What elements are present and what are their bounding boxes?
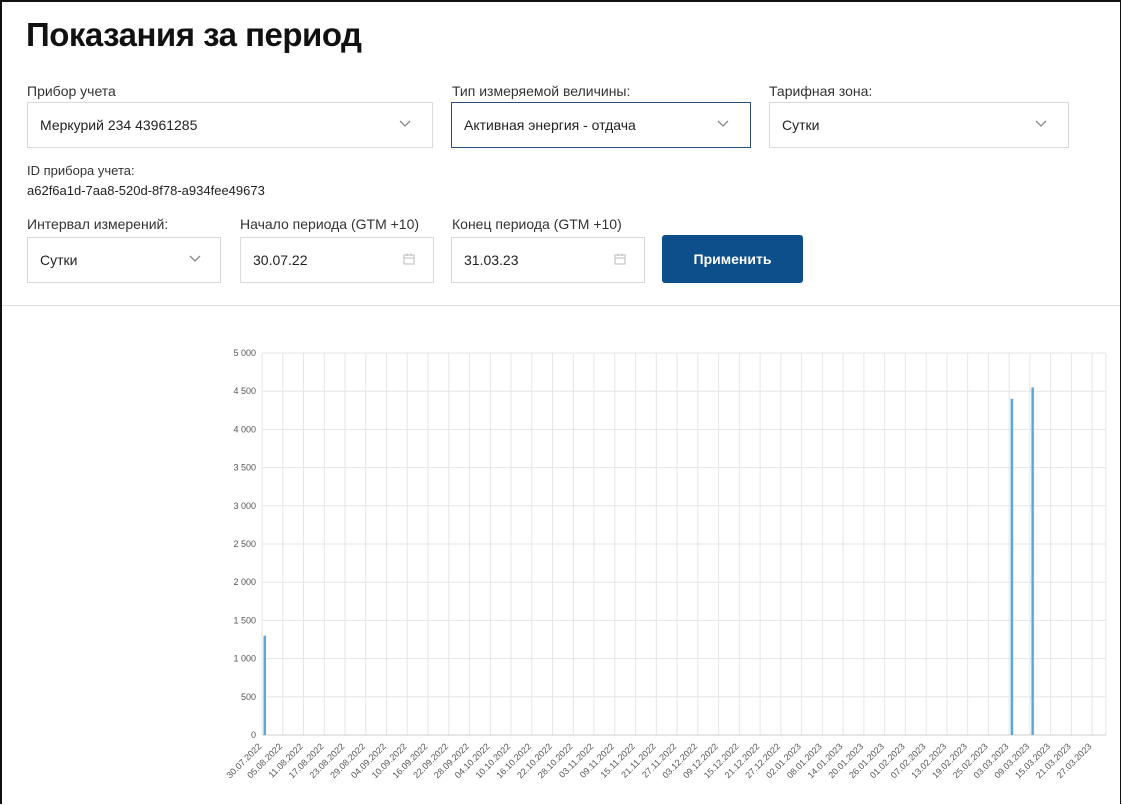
y-tick-label: 2 500 — [233, 539, 256, 549]
y-tick-label: 3 000 — [233, 501, 256, 511]
calendar-icon — [614, 253, 626, 265]
apply-button[interactable]: Применить — [662, 235, 803, 283]
y-tick-label: 0 — [251, 730, 256, 740]
y-tick-label: 1 500 — [233, 615, 256, 625]
meter-label: Прибор учета — [27, 83, 116, 99]
y-tick-label: 5 000 — [233, 348, 256, 358]
chevron-down-icon — [189, 255, 201, 262]
chevron-down-icon — [399, 120, 411, 127]
interval-select-value: Сутки — [40, 252, 78, 268]
page-title: Показания за период — [26, 16, 362, 53]
meter-select-value: Меркурий 234 43961285 — [40, 117, 198, 133]
interval-label: Интервал измерений: — [27, 216, 169, 232]
chart-bar — [263, 635, 266, 735]
calendar-icon — [403, 253, 415, 265]
y-tick-label: 2 000 — [233, 577, 256, 587]
tariff-zone-select[interactable]: Сутки — [769, 102, 1069, 148]
chevron-down-icon — [717, 120, 729, 127]
chart-bar — [1031, 387, 1034, 735]
start-date-value: 30.07.22 — [253, 252, 308, 268]
tariff-zone-label: Тарифная зона: — [769, 83, 873, 99]
readings-chart: 0 500 1 000 1 500 2 000 2 500 3 000 3 500 4 000 4… — [224, 348, 1107, 780]
tariff-zone-select-value: Сутки — [782, 117, 820, 133]
start-date-picker[interactable]: 30.07.22 — [240, 237, 434, 283]
section-divider — [2, 305, 1120, 306]
interval-select[interactable]: Сутки — [27, 237, 221, 283]
start-date-label: Начало периода (GTM +10) — [240, 216, 420, 232]
y-tick-label: 3 500 — [233, 463, 256, 473]
measure-type-select[interactable]: Активная энергия - отдача — [451, 102, 751, 148]
measure-type-label: Тип измеряемой величины: — [452, 83, 631, 99]
meter-select[interactable]: Меркурий 234 43961285 — [27, 102, 433, 148]
end-date-value: 31.03.23 — [464, 252, 519, 268]
chevron-down-icon — [1035, 120, 1047, 127]
end-date-picker[interactable]: 31.03.23 — [451, 237, 645, 283]
meter-id-label: ID прибора учета: — [27, 163, 135, 178]
meter-id-value: a62f6a1d-7aa8-520d-8f78-a934fee49673 — [27, 183, 265, 198]
measure-type-select-value: Активная энергия - отдача — [464, 117, 636, 133]
y-tick-label: 4 000 — [233, 424, 256, 434]
y-tick-label: 1 000 — [233, 654, 256, 664]
end-date-label: Конец периода (GTM +10) — [452, 216, 622, 232]
y-tick-label: 4 500 — [233, 386, 256, 396]
chart-bar — [1010, 398, 1014, 735]
y-tick-label: 500 — [241, 692, 256, 702]
